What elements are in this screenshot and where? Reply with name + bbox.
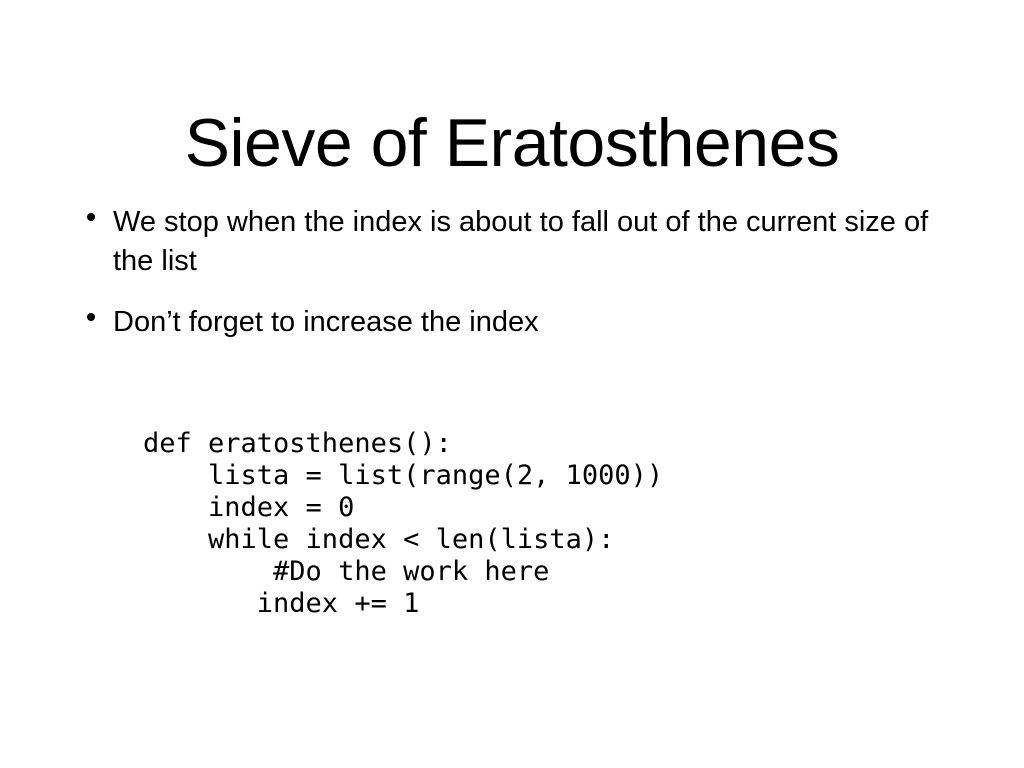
slide-canvas: Sieve of Eratosthenes We stop when the i… [0, 0, 1024, 768]
code-line: index = 0 [143, 492, 355, 523]
code-line: def eratosthenes(): [143, 428, 452, 459]
code-line: while index < len(lista): [143, 524, 615, 555]
bullet-dot-icon [87, 313, 95, 321]
code-line: lista = list(range(2, 1000)) [143, 460, 664, 491]
list-item: Don’t forget to increase the index [84, 303, 944, 342]
code-line: #Do the work here [143, 556, 550, 587]
bullet-text: We stop when the index is about to fall … [113, 206, 929, 277]
list-item: We stop when the index is about to fall … [84, 203, 944, 281]
bullet-dot-icon [87, 213, 95, 221]
page-title: Sieve of Eratosthenes [184, 104, 840, 181]
bullet-list: We stop when the index is about to fall … [84, 203, 944, 342]
bullet-text: Don’t forget to increase the index [113, 306, 539, 338]
code-line: index += 1 [143, 588, 420, 619]
code-block: def eratosthenes(): lista = list(range(2… [143, 428, 663, 620]
